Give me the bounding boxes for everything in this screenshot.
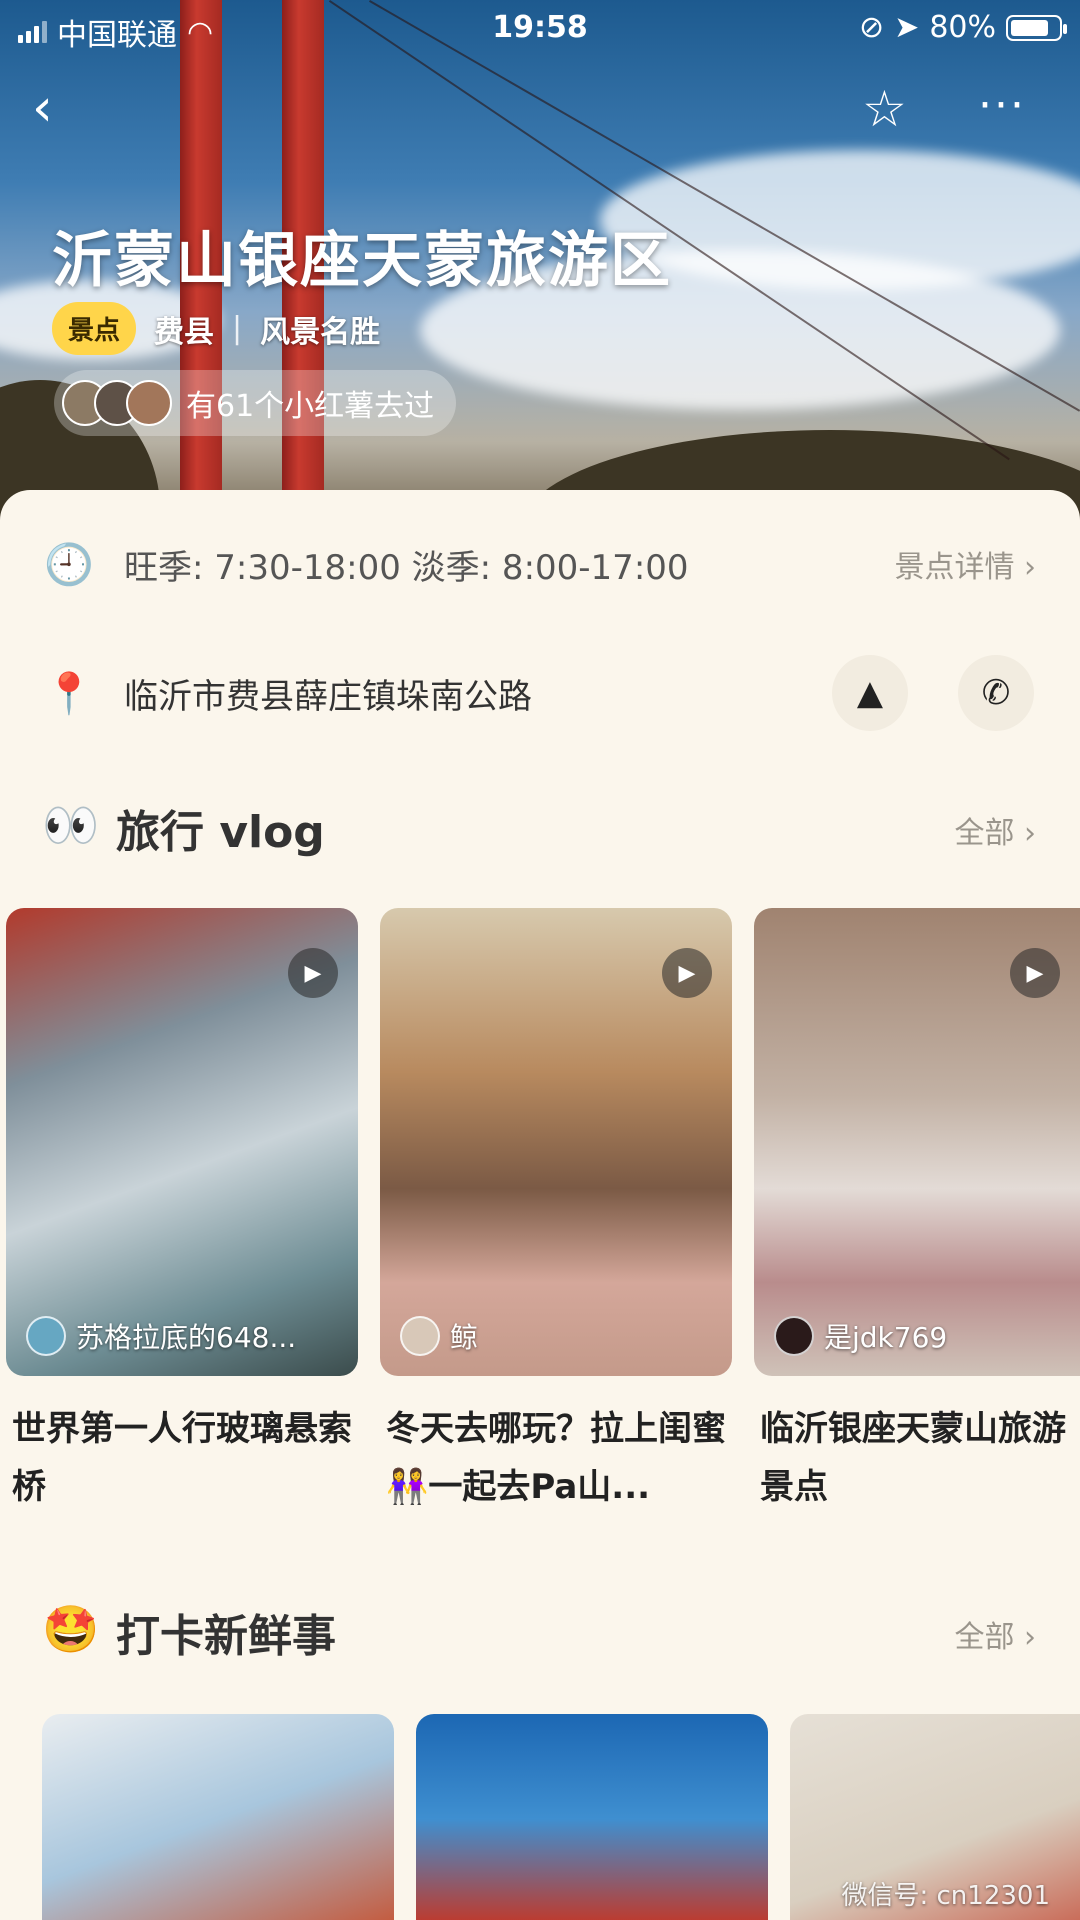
vlog-caption[interactable]: 世界第一人行玻璃悬索桥 (12, 1400, 352, 1516)
checkin-thumbnail[interactable] (42, 1714, 394, 1920)
category-label: 风景名胜 (260, 314, 381, 350)
vlog-caption[interactable]: 临沂银座天蒙山旅游景点 (760, 1400, 1080, 1516)
vlog-section-title: 旅行 vlog (116, 807, 325, 858)
back-button[interactable]: ‹ (32, 82, 53, 134)
checkin-thumbnail[interactable] (416, 1714, 768, 1920)
star-struck-emoji-icon: 🤩 (42, 1602, 100, 1656)
vlog-section-header: 👀 旅行 vlog 全部 › (0, 790, 1080, 860)
checkin-see-all[interactable]: 全部 › (954, 1612, 1036, 1656)
vlog-caption[interactable]: 冬天去哪玩？拉上闺蜜👭一起去Pa山... (386, 1400, 726, 1516)
author-name: 是jdk769 (824, 1321, 948, 1354)
orientation-lock-icon: ⊘ (859, 10, 885, 45)
vlog-card[interactable]: ▶ 是jdk769 (754, 908, 1080, 1376)
star-icon[interactable]: ☆ (862, 84, 907, 134)
opening-hours: 旺季: 7:30-18:00 淡季: 8:00-17:00 (124, 547, 689, 588)
watermark: 微信号: cn12301 (841, 1881, 1050, 1911)
checkin-section-header: 🤩 打卡新鲜事 全部 › (0, 1594, 1080, 1664)
visited-count-label: 有61个小红薯去过 (186, 389, 435, 424)
address-row: 📍 临沂市费县薛庄镇垛南公路 ▲ ✆ (0, 655, 1080, 731)
detail-link[interactable]: 景点详情 › (894, 542, 1036, 586)
vlog-author: 苏格拉底的648... (26, 1316, 296, 1356)
author-name: 鲸 (450, 1321, 479, 1354)
hero-banner: 中国联通 ◠ 19:58 ⊘ ➤ 80% ‹ ☆ ··· 沂蒙山银座天蒙旅游区 … (0, 0, 1080, 520)
clock-icon: 🕘 (44, 541, 94, 588)
vlog-card[interactable]: ▶ 苏格拉底的648... (6, 908, 358, 1376)
play-icon: ▶ (662, 948, 712, 998)
visitor-avatars (62, 380, 172, 426)
play-icon: ▶ (288, 948, 338, 998)
status-bar: 中国联通 ◠ 19:58 ⊘ ➤ 80% (0, 0, 1080, 54)
avatar (400, 1316, 440, 1356)
battery-icon (1006, 14, 1067, 41)
vlog-author: 是jdk769 (774, 1316, 947, 1356)
category-badge: 景点 (52, 302, 137, 355)
tag-row: 景点 费县 | 风景名胜 (52, 302, 380, 355)
avatar (126, 380, 172, 426)
battery-percent: 80% (929, 10, 996, 45)
navigate-button[interactable]: ▲ (832, 655, 908, 731)
avatar (774, 1316, 814, 1356)
visited-pill[interactable]: 有61个小红薯去过 (54, 370, 457, 436)
author-name: 苏格拉底的648... (76, 1321, 297, 1354)
more-options-icon[interactable]: ··· (978, 84, 1026, 128)
vlog-author: 鲸 (400, 1316, 478, 1356)
county-label: 费县 (154, 314, 215, 350)
play-icon: ▶ (1010, 948, 1060, 998)
opening-hours-row: 🕘 旺季: 7:30-18:00 淡季: 8:00-17:00 景点详情 › (0, 534, 1080, 594)
eyes-icon: 👀 (42, 798, 100, 852)
content-sheet: 🕘 旺季: 7:30-18:00 淡季: 8:00-17:00 景点详情 › 📍… (0, 490, 1080, 1920)
pin-icon: 📍 (44, 670, 94, 717)
avatar (26, 1316, 66, 1356)
phone-button[interactable]: ✆ (958, 655, 1034, 731)
vlog-card[interactable]: ▶ 鲸 (380, 908, 732, 1376)
checkin-section-title: 打卡新鲜事 (116, 1611, 336, 1662)
location-icon: ➤ (894, 10, 920, 45)
separator: | (232, 311, 243, 346)
address-text: 临沂市费县薛庄镇垛南公路 (124, 676, 532, 717)
checkin-thumbnail[interactable]: 微信号: cn12301 (790, 1714, 1080, 1920)
page-title: 沂蒙山银座天蒙旅游区 (52, 226, 672, 296)
vlog-see-all[interactable]: 全部 › (954, 808, 1036, 852)
